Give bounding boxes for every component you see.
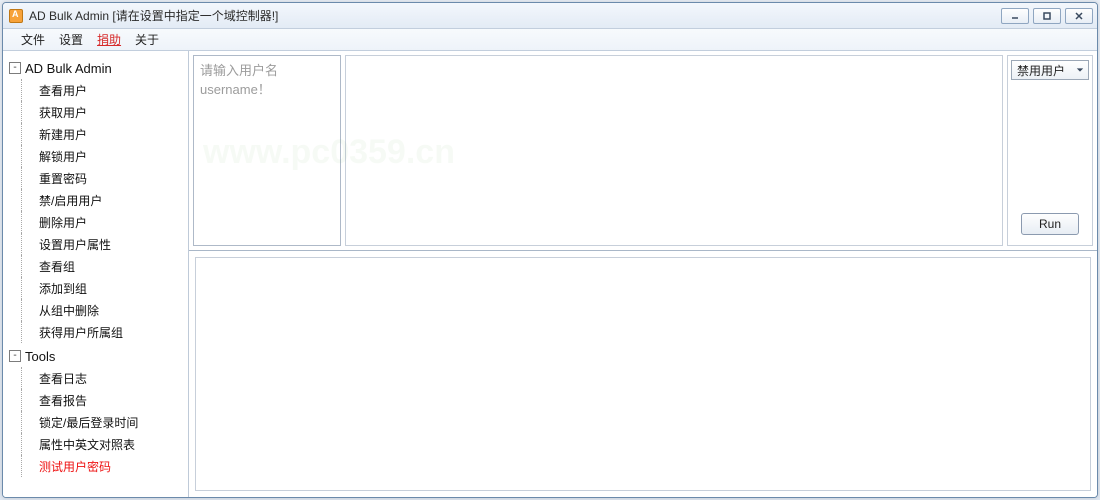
- tree-root-tools[interactable]: - Tools: [9, 345, 186, 367]
- menu-help[interactable]: 捐助: [97, 31, 121, 48]
- tree-item[interactable]: 查看报告: [9, 389, 186, 411]
- tree-item[interactable]: 禁/启用用户: [9, 189, 186, 211]
- tree-item[interactable]: 获取用户: [9, 101, 186, 123]
- upper-panel: 禁用用户 Run: [189, 51, 1097, 251]
- expander-icon[interactable]: -: [9, 350, 21, 362]
- tree-item[interactable]: 设置用户属性: [9, 233, 186, 255]
- tree-item[interactable]: 查看日志: [9, 367, 186, 389]
- tree-root-label: Tools: [25, 349, 55, 364]
- menu-file[interactable]: 文件: [21, 31, 45, 48]
- tree-item[interactable]: 测试用户密码: [9, 455, 186, 477]
- app-window: AD Bulk Admin [请在设置中指定一个域控制器!] 文件 设置 捐助 …: [2, 2, 1098, 498]
- tree-item[interactable]: 解锁用户: [9, 145, 186, 167]
- results-area: [345, 55, 1003, 246]
- navigation-tree: - AD Bulk Admin 查看用户获取用户新建用户解锁用户重置密码禁/启用…: [3, 51, 189, 497]
- window-title: AD Bulk Admin [请在设置中指定一个域控制器!]: [29, 7, 278, 24]
- tree-item[interactable]: 从组中删除: [9, 299, 186, 321]
- tree-item[interactable]: 查看用户: [9, 79, 186, 101]
- minimize-button[interactable]: [1001, 8, 1029, 24]
- app-icon: [9, 9, 23, 23]
- tree-item[interactable]: 添加到组: [9, 277, 186, 299]
- chevron-down-icon: [1074, 64, 1086, 76]
- tree-root-ad-bulk-admin[interactable]: - AD Bulk Admin: [9, 57, 186, 79]
- tree-root-label: AD Bulk Admin: [25, 61, 112, 76]
- title-bar[interactable]: AD Bulk Admin [请在设置中指定一个域控制器!]: [3, 3, 1097, 29]
- tree-item[interactable]: 锁定/最后登录时间: [9, 411, 186, 433]
- tree-item[interactable]: 重置密码: [9, 167, 186, 189]
- tree-item[interactable]: 删除用户: [9, 211, 186, 233]
- tree-item[interactable]: 新建用户: [9, 123, 186, 145]
- expander-icon[interactable]: -: [9, 62, 21, 74]
- action-select[interactable]: 禁用用户: [1011, 60, 1089, 80]
- tree-item[interactable]: 获得用户所属组: [9, 321, 186, 343]
- action-panel: 禁用用户 Run: [1007, 55, 1093, 246]
- action-select-value: 禁用用户: [1017, 62, 1065, 79]
- tree-item[interactable]: 属性中英文对照表: [9, 433, 186, 455]
- username-input[interactable]: [193, 55, 341, 246]
- tree-item[interactable]: 查看组: [9, 255, 186, 277]
- maximize-button[interactable]: [1033, 8, 1061, 24]
- menu-bar: 文件 设置 捐助 关于: [3, 29, 1097, 51]
- menu-about[interactable]: 关于: [135, 31, 159, 48]
- run-button[interactable]: Run: [1021, 213, 1079, 235]
- output-panel: [195, 257, 1091, 491]
- menu-settings[interactable]: 设置: [59, 31, 83, 48]
- close-button[interactable]: [1065, 8, 1093, 24]
- main-area: 禁用用户 Run: [189, 51, 1097, 497]
